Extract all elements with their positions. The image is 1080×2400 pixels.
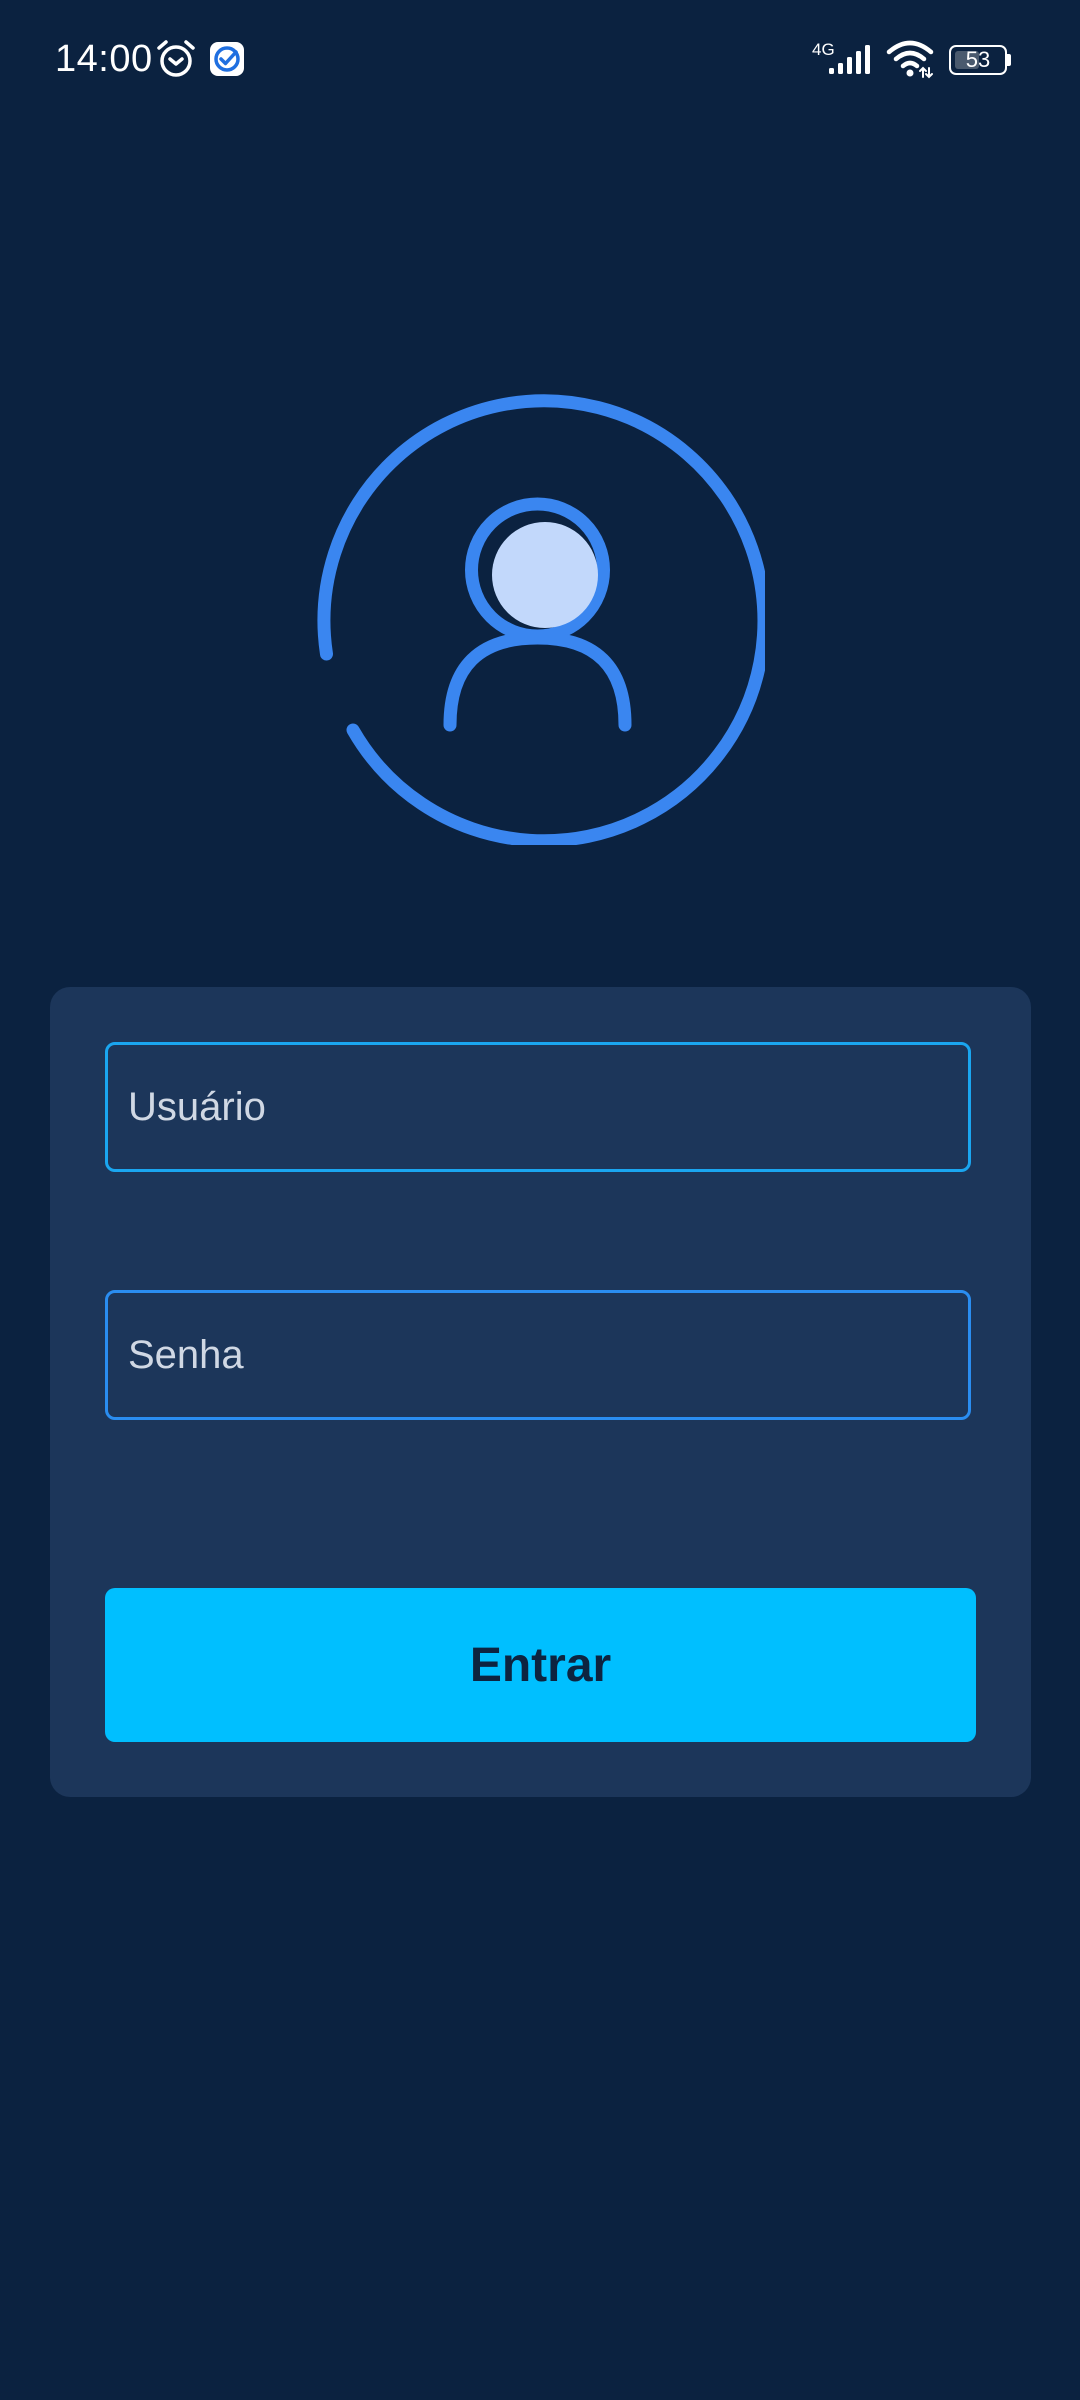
task-check-icon: [210, 42, 244, 76]
battery-nub: [1007, 54, 1011, 66]
avatar-head-fill: [492, 522, 598, 628]
password-input[interactable]: [105, 1290, 971, 1420]
signal-icon: [829, 45, 870, 74]
alarm-icon: [157, 40, 195, 77]
battery-percent: 53: [965, 47, 991, 72]
login-card: Entrar: [50, 987, 1031, 1797]
user-profile-icon: [317, 394, 765, 845]
wifi-icon: [886, 40, 934, 79]
status-time: 14:00: [55, 38, 153, 80]
login-button[interactable]: Entrar: [105, 1588, 976, 1742]
battery-icon: 53: [949, 45, 1011, 75]
login-screen: 14:00 4G 53 Usuário Entrar: [0, 0, 1080, 2400]
status-bar: 14:00 4G 53: [0, 0, 1080, 120]
username-input[interactable]: [105, 1042, 971, 1172]
avatar-body-outline: [443, 631, 632, 732]
